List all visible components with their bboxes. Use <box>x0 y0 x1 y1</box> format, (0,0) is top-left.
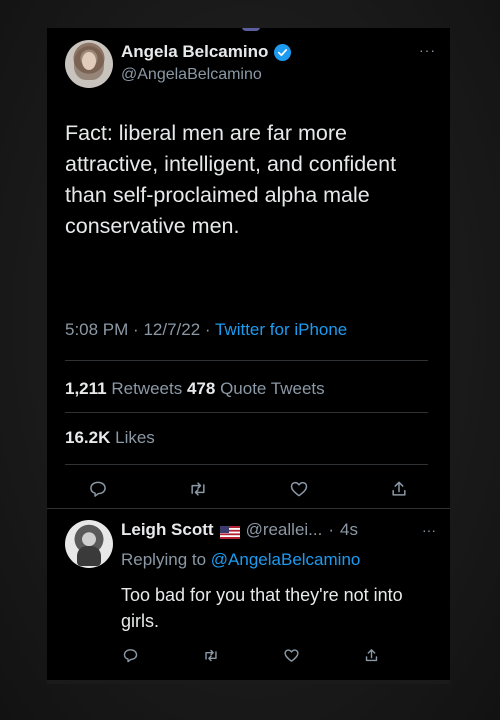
like-stats: 16.2K Likes <box>65 428 155 448</box>
quotes-label[interactable]: Quote Tweets <box>220 379 325 398</box>
share-icon[interactable] <box>388 478 410 500</box>
top-indicator <box>242 28 260 31</box>
tweet-author: Angela Belcamino @AngelaBelcamino ··· <box>65 40 436 90</box>
retweet-icon[interactable] <box>187 478 209 500</box>
tweet-date[interactable]: 12/7/22 <box>143 320 200 339</box>
tweet-time[interactable]: 5:08 PM <box>65 320 128 339</box>
more-icon[interactable]: ··· <box>419 42 436 58</box>
tweet-source[interactable]: Twitter for iPhone <box>215 320 347 339</box>
divider <box>47 508 450 509</box>
replying-to: Replying to @AngelaBelcamino <box>121 550 360 570</box>
verified-badge-icon <box>274 43 292 61</box>
reply-handle[interactable]: @reallei... <box>246 520 323 540</box>
divider <box>65 412 428 413</box>
reply-actions <box>121 646 381 664</box>
tweet-actions <box>87 478 410 500</box>
tweet-screenshot: Angela Belcamino @AngelaBelcamino ··· Fa… <box>47 28 450 684</box>
reply-text: Too bad for you that they're not into gi… <box>121 585 403 631</box>
bottom-edge <box>47 680 450 684</box>
replying-prefix: Replying to <box>121 550 207 569</box>
heart-icon[interactable] <box>288 478 310 500</box>
divider <box>65 360 428 361</box>
tweet-text: Fact: liberal men are far more attractiv… <box>65 121 397 238</box>
divider <box>65 464 428 465</box>
retweets-label[interactable]: Retweets <box>111 379 182 398</box>
likes-count[interactable]: 16.2K <box>65 428 110 447</box>
reply-icon[interactable] <box>87 478 109 500</box>
more-icon[interactable]: ··· <box>422 522 436 538</box>
reply-icon[interactable] <box>121 646 139 664</box>
author-handle[interactable]: @AngelaBelcamino <box>121 66 262 84</box>
author-name-row: Angela Belcamino <box>121 42 292 62</box>
reply-avatar[interactable] <box>65 520 113 568</box>
heart-icon[interactable] <box>282 646 300 664</box>
retweets-count[interactable]: 1,211 <box>65 379 107 398</box>
us-flag-icon <box>219 524 240 539</box>
tweet-meta: 5:08 PM · 12/7/22 · Twitter for iPhone <box>65 320 348 339</box>
reply-time[interactable]: 4s <box>340 520 358 540</box>
quotes-count[interactable]: 478 <box>187 379 215 398</box>
author-avatar[interactable] <box>65 40 113 88</box>
author-display-name[interactable]: Angela Belcamino <box>121 42 268 62</box>
retweet-stats: 1,211 Retweets 478 Quote Tweets <box>65 379 325 399</box>
share-icon[interactable] <box>363 646 381 664</box>
retweet-icon[interactable] <box>202 646 220 664</box>
reply-header: Leigh Scott @reallei... · 4s <box>121 520 358 540</box>
replying-mention[interactable]: @AngelaBelcamino <box>211 550 361 569</box>
likes-label[interactable]: Likes <box>115 428 155 447</box>
reply-display-name[interactable]: Leigh Scott <box>121 520 214 540</box>
